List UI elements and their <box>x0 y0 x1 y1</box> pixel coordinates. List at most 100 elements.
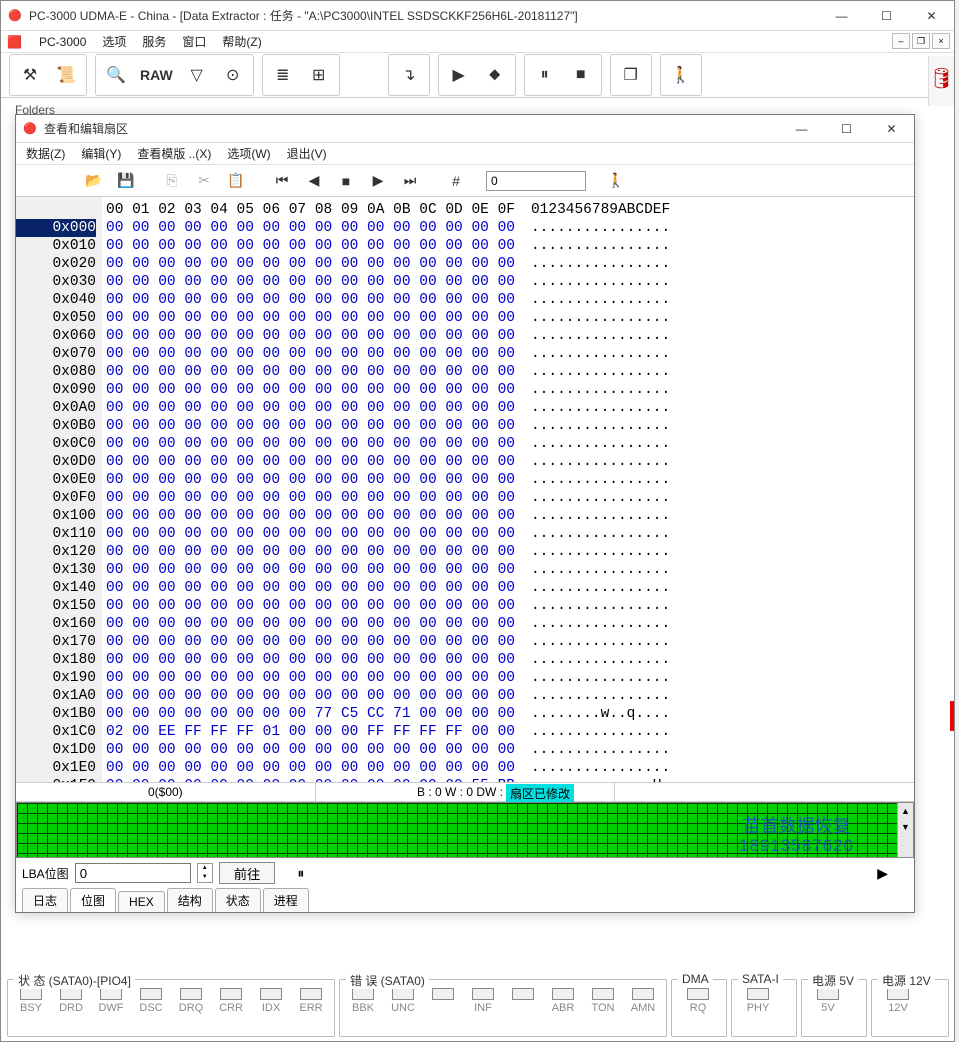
bitmap-scrollbar[interactable]: ▲ ▼ <box>897 803 913 857</box>
offset-row: 0x050 <box>16 309 96 327</box>
menu-window[interactable]: 窗口 <box>174 30 214 53</box>
hex-row[interactable]: 00 00 00 00 00 00 00 00 00 00 00 00 00 0… <box>106 759 670 777</box>
scroll-icon[interactable]: 📜 <box>48 57 84 93</box>
tab-hex[interactable]: HEX <box>118 891 165 912</box>
disk-icon[interactable]: ⊙ <box>215 57 251 93</box>
hex-row[interactable]: 00 00 00 00 00 00 00 00 00 00 00 00 00 0… <box>106 291 670 309</box>
arrow-right-icon[interactable]: ▶ <box>877 865 888 882</box>
tab-struct[interactable]: 结构 <box>167 888 213 912</box>
close-button[interactable]: ✕ <box>909 2 954 30</box>
lba-stepper[interactable]: ▲▼ <box>197 863 213 883</box>
hex-row[interactable]: 00 00 00 00 00 00 00 00 00 00 00 00 00 0… <box>106 327 670 345</box>
tab-log[interactable]: 日志 <box>22 888 68 912</box>
copy-icon[interactable]: ❐ <box>613 57 649 93</box>
menu-options[interactable]: 选项 <box>94 30 134 53</box>
hex-row[interactable]: 00 00 00 00 00 00 00 00 00 00 00 00 00 0… <box>106 525 670 543</box>
hex-row[interactable]: 00 00 00 00 00 00 00 00 00 00 00 00 00 0… <box>106 597 670 615</box>
indicator <box>426 988 460 1014</box>
editor-menu-viewtpl[interactable]: 查看模版 ..(X) <box>129 142 219 165</box>
editor-minimize[interactable]: — <box>779 115 824 143</box>
prev-icon[interactable]: ◀ <box>298 167 330 195</box>
database-icon[interactable]: 🛢 <box>929 66 954 91</box>
funnel-icon[interactable]: ▽ <box>179 57 215 93</box>
hex-row[interactable]: 00 00 00 00 00 00 00 00 00 00 00 00 00 0… <box>106 435 670 453</box>
stop-small-icon[interactable]: ■ <box>330 167 362 195</box>
hex-row[interactable]: 00 00 00 00 00 00 00 00 00 00 00 00 00 0… <box>106 615 670 633</box>
mdi-close[interactable]: × <box>932 33 950 49</box>
hex-row[interactable]: 00 00 00 00 00 00 00 00 00 00 00 00 00 0… <box>106 273 670 291</box>
hex-row[interactable]: 00 00 00 00 00 00 00 00 00 00 00 00 00 0… <box>106 345 670 363</box>
copy-icon[interactable]: ⎘ <box>156 167 188 195</box>
paste-icon[interactable]: 📋 <box>220 167 252 195</box>
hex-row[interactable]: 00 00 00 00 00 00 00 00 00 00 00 00 00 0… <box>106 219 670 237</box>
exit-icon-2[interactable]: 🚶 <box>600 167 632 195</box>
hex-row[interactable]: 00 00 00 00 00 00 00 00 77 C5 CC 71 00 0… <box>106 705 670 723</box>
exit-icon[interactable]: 🚶 <box>663 57 699 93</box>
pause-icon[interactable]: ⏸ <box>527 57 563 93</box>
tab-map[interactable]: 位图 <box>70 888 116 912</box>
offset-row: 0x0A0 <box>16 399 96 417</box>
binoculars-icon[interactable]: 🔍 <box>98 57 134 93</box>
mdi-controls: – ❐ × <box>892 33 950 49</box>
maximize-button[interactable]: ☐ <box>864 2 909 30</box>
tab-state[interactable]: 状态 <box>215 888 261 912</box>
tree-icon[interactable]: ⊞ <box>301 57 337 93</box>
mdi-restore[interactable]: ❐ <box>912 33 930 49</box>
hex-row[interactable]: 00 00 00 00 00 00 00 00 00 00 00 00 00 0… <box>106 417 670 435</box>
tools-icon[interactable]: ⚒ <box>12 57 48 93</box>
position-input[interactable] <box>486 171 586 191</box>
editor-menu-edit[interactable]: 编辑(Y) <box>73 142 129 165</box>
hex-row[interactable]: 00 00 00 00 00 00 00 00 00 00 00 00 00 0… <box>106 579 670 597</box>
list-icon[interactable]: ≣ <box>265 57 301 93</box>
hex-row[interactable]: 00 00 00 00 00 00 00 00 00 00 00 00 00 0… <box>106 309 670 327</box>
menu-help[interactable]: 帮助(Z) <box>214 30 269 53</box>
hex-row[interactable]: 00 00 00 00 00 00 00 00 00 00 00 00 00 0… <box>106 237 670 255</box>
stop-icon[interactable]: ■ <box>563 57 599 93</box>
hex-row[interactable]: 00 00 00 00 00 00 00 00 00 00 00 00 00 0… <box>106 543 670 561</box>
hex-row[interactable]: 00 00 00 00 00 00 00 00 00 00 00 00 00 0… <box>106 687 670 705</box>
hex-row[interactable]: 00 00 00 00 00 00 00 00 00 00 00 00 00 0… <box>106 633 670 651</box>
play-icon[interactable]: ▶ <box>441 57 477 93</box>
hex-row[interactable]: 00 00 00 00 00 00 00 00 00 00 00 00 00 0… <box>106 741 670 759</box>
next-icon[interactable]: ▶ <box>362 167 394 195</box>
hex-row[interactable]: 00 00 00 00 00 00 00 00 00 00 00 00 00 0… <box>106 669 670 687</box>
hex-row[interactable]: 00 00 00 00 00 00 00 00 00 00 00 00 00 0… <box>106 651 670 669</box>
import-icon[interactable]: ↴ <box>391 57 427 93</box>
editor-menu-data[interactable]: 数据(Z) <box>18 142 73 165</box>
record-icon[interactable]: ⬥ <box>477 57 513 93</box>
editor-close[interactable]: ✕ <box>869 115 914 143</box>
hex-row[interactable]: 02 00 EE FF FF FF 01 00 00 00 FF FF FF F… <box>106 723 670 741</box>
minimize-button[interactable]: — <box>819 2 864 30</box>
mdi-minimize[interactable]: – <box>892 33 910 49</box>
go-button[interactable]: 前往 <box>219 862 276 884</box>
cut-icon[interactable]: ✂ <box>188 167 220 195</box>
hex-row[interactable]: 00 00 00 00 00 00 00 00 00 00 00 00 00 0… <box>106 399 670 417</box>
hex-row[interactable]: 00 00 00 00 00 00 00 00 00 00 00 00 00 0… <box>106 561 670 579</box>
hex-row[interactable]: 00 00 00 00 00 00 00 00 00 00 00 00 00 0… <box>106 381 670 399</box>
raw-button[interactable]: RAW <box>134 57 179 93</box>
open-icon[interactable]: 📂 <box>78 167 110 195</box>
last-icon[interactable]: ⏭ <box>394 167 426 195</box>
hex-row[interactable]: 00 00 00 00 00 00 00 00 00 00 00 00 00 0… <box>106 255 670 273</box>
first-icon[interactable]: ⏮ <box>266 167 298 195</box>
menu-pc3000[interactable]: PC-3000 <box>31 32 94 52</box>
lba-input[interactable] <box>75 863 191 883</box>
editor-menu-exit[interactable]: 退出(V) <box>279 142 335 165</box>
editor-maximize[interactable]: ☐ <box>824 115 869 143</box>
menu-service[interactable]: 服务 <box>134 30 174 53</box>
sector-bitmap[interactable]: ▲ ▼ <box>16 802 914 858</box>
hex-row[interactable]: 00 00 00 00 00 00 00 00 00 00 00 00 00 0… <box>106 453 670 471</box>
pause-icon-2[interactable]: ⏸ <box>297 865 304 882</box>
hex-row[interactable]: 00 00 00 00 00 00 00 00 00 00 00 00 00 0… <box>106 489 670 507</box>
grid-icon[interactable]: # <box>440 167 472 195</box>
editor-menubar: 数据(Z) 编辑(Y) 查看模版 ..(X) 选项(W) 退出(V) <box>16 143 914 165</box>
hex-row[interactable]: 00 00 00 00 00 00 00 00 00 00 00 00 00 0… <box>106 507 670 525</box>
hex-pane[interactable]: 0x0000x0100x0200x0300x0400x0500x0600x070… <box>16 197 914 782</box>
hex-row[interactable]: 00 00 00 00 00 00 00 00 00 00 00 00 00 0… <box>106 363 670 381</box>
app-menu-icon[interactable]: 🟥 <box>7 34 27 50</box>
save-icon[interactable]: 💾 <box>110 167 142 195</box>
editor-menu-options[interactable]: 选项(W) <box>219 142 278 165</box>
tab-proc[interactable]: 进程 <box>263 888 309 912</box>
hex-row[interactable]: 00 00 00 00 00 00 00 00 00 00 00 00 00 0… <box>106 471 670 489</box>
offset-row: 0x090 <box>16 381 96 399</box>
